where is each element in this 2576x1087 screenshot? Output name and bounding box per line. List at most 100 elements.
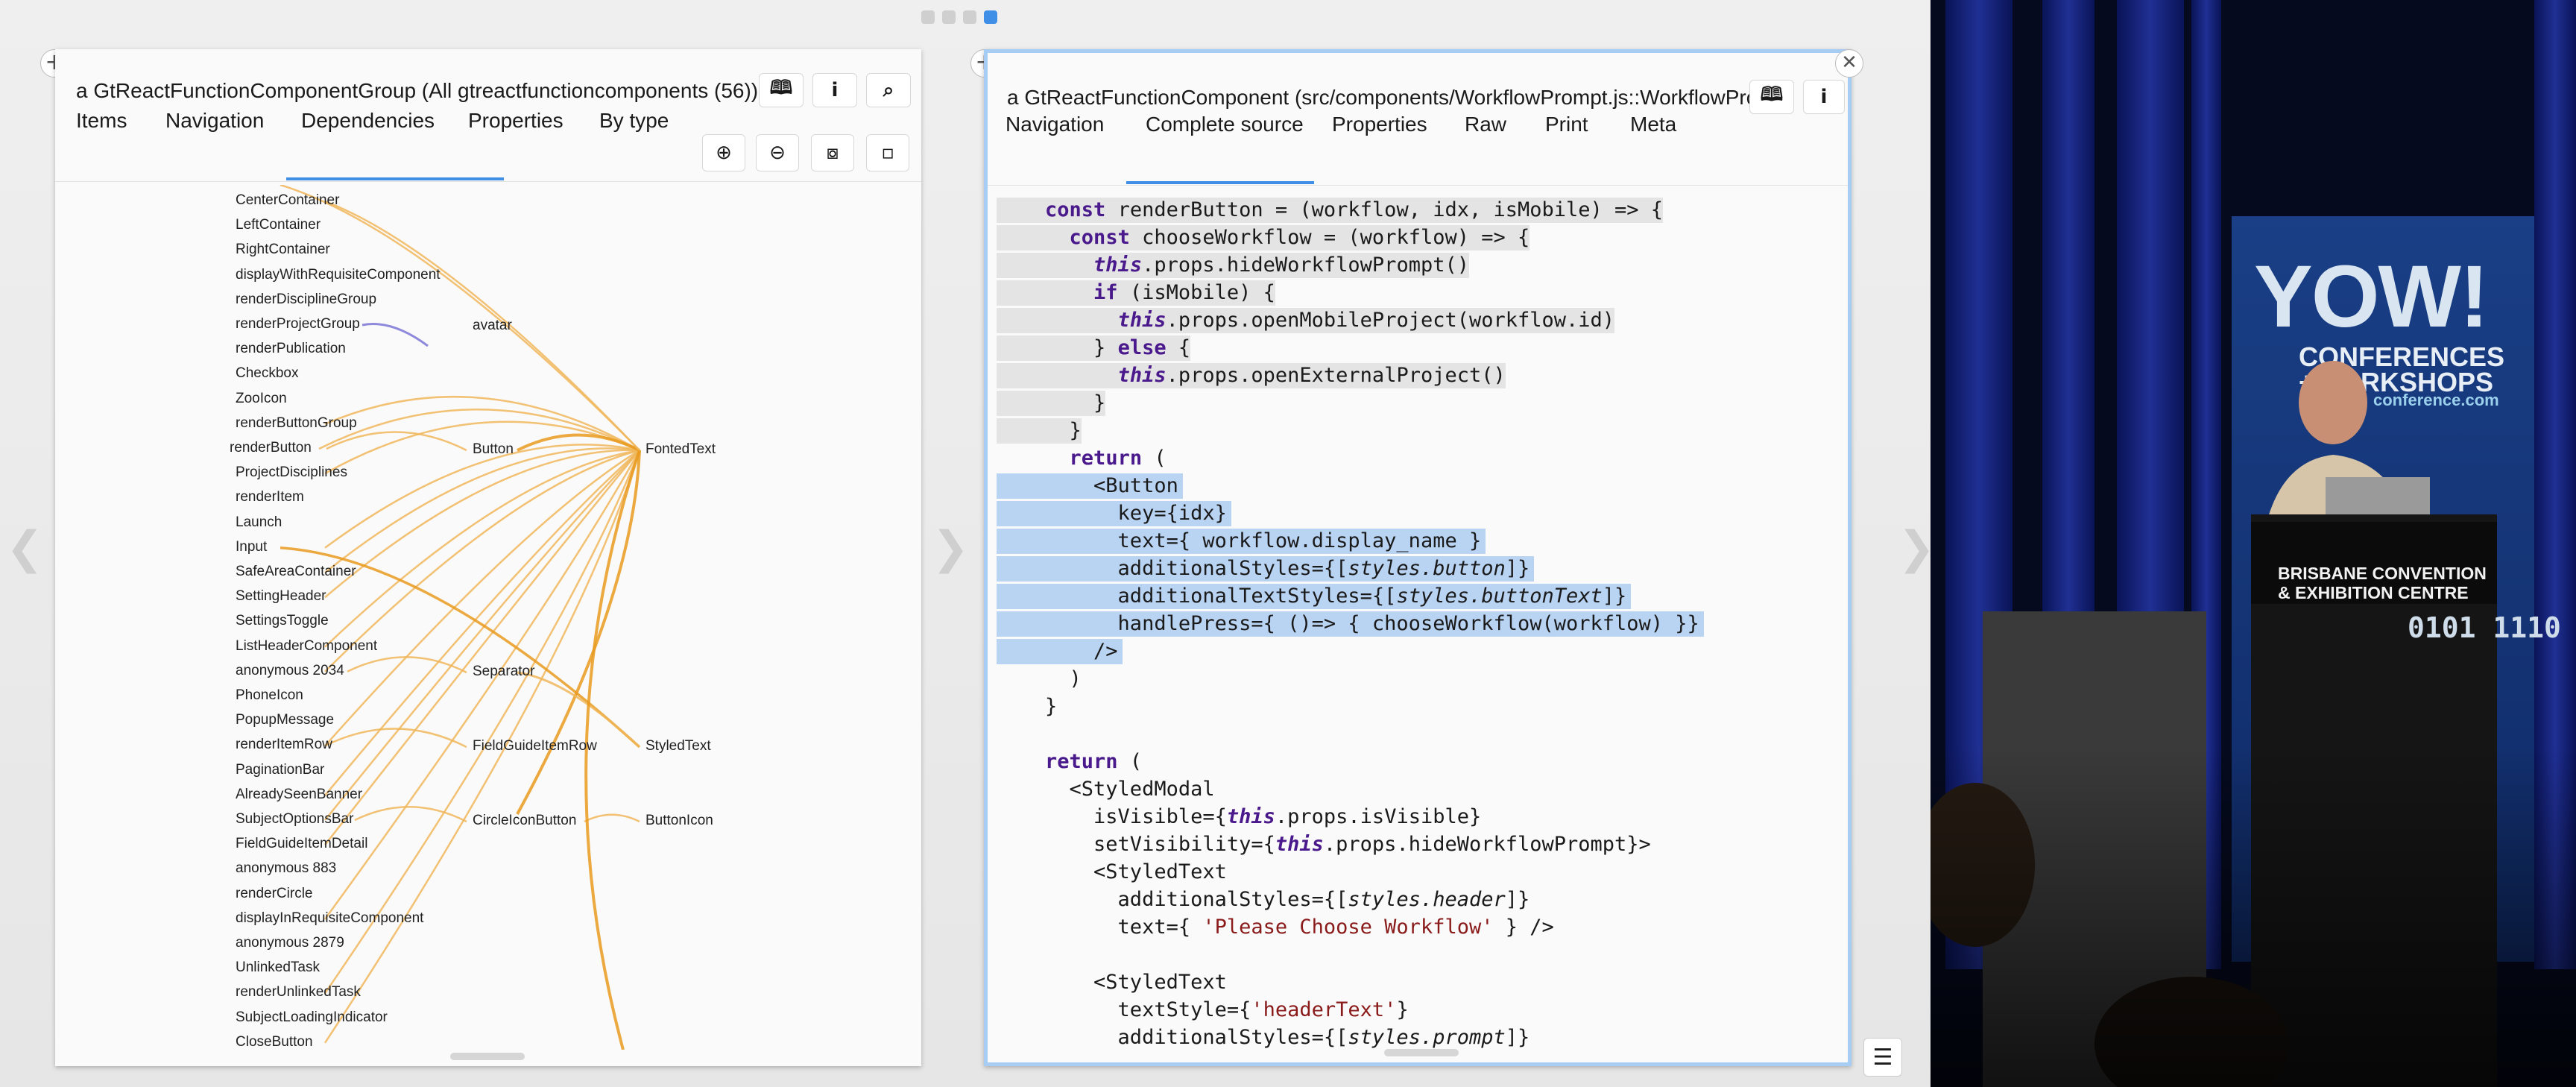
code-line[interactable]: ) (997, 667, 1082, 692)
code-line[interactable]: } else { (997, 335, 1191, 361)
graph-node[interactable]: AlreadySeenBanner (236, 787, 362, 803)
graph-node[interactable]: ButtonIcon (645, 813, 713, 829)
graph-node[interactable]: SafeAreaContainer (236, 564, 356, 580)
graph-node[interactable]: FontedText (645, 441, 716, 458)
code-line[interactable]: handlePress={ ()=> { chooseWorkflow(work… (997, 611, 1704, 637)
code-line[interactable]: this.props.hideWorkflowPrompt() (997, 253, 1469, 278)
page-dot[interactable] (942, 10, 956, 24)
graph-node[interactable]: SubjectOptionsBar (236, 811, 353, 828)
zoom-in-icon[interactable]: ⊕ (702, 134, 745, 171)
graph-node[interactable]: anonymous 2879 (236, 935, 344, 951)
tab-meta[interactable]: Meta (1630, 113, 1676, 136)
graph-node[interactable]: LeftContainer (236, 217, 321, 233)
graph-node[interactable]: renderDisciplineGroup (236, 292, 376, 308)
code-line[interactable]: this.props.openMobileProject(workflow.id… (997, 308, 1615, 333)
page-dot[interactable] (921, 10, 935, 24)
code-line[interactable]: textStyle={'headerText'} (997, 998, 1409, 1023)
code-line[interactable]: additionalStyles={[styles.prompt]} (997, 1025, 1530, 1050)
next-arrow-icon[interactable]: ❯ (1898, 522, 1935, 574)
previous-arrow-icon[interactable]: ❮ (6, 522, 43, 574)
graph-node[interactable]: renderItem (236, 489, 304, 505)
graph-node[interactable]: renderProjectGroup (236, 316, 360, 333)
code-line[interactable]: return ( (997, 749, 1142, 775)
graph-node[interactable]: anonymous 883 (236, 860, 336, 877)
graph-node[interactable]: CircleIconButton (473, 813, 576, 829)
tab-dependencies[interactable]: Dependencies (301, 109, 435, 133)
fit-icon[interactable]: ⧇ (811, 134, 854, 171)
info-icon[interactable]: i (1803, 80, 1845, 114)
code-line[interactable]: if (isMobile) { (997, 280, 1275, 306)
zoom-out-icon[interactable]: ⊖ (756, 134, 799, 171)
graph-node[interactable]: displayWithRequisiteComponent (236, 267, 441, 283)
graph-node[interactable]: PhoneIcon (236, 687, 303, 704)
code-line[interactable]: <StyledModal (997, 777, 1215, 802)
graph-node[interactable]: ZooIcon (236, 391, 287, 407)
code-line[interactable]: additionalTextStyles={[styles.buttonText… (997, 584, 1632, 609)
book-icon[interactable]: 🕮 (1749, 80, 1794, 114)
code-line[interactable]: return ( (997, 446, 1167, 471)
graph-node[interactable]: PopupMessage (236, 712, 334, 728)
source-code-editor[interactable]: const renderButton = (workflow, idx, isM… (988, 189, 1848, 1053)
code-line[interactable]: const renderButton = (workflow, idx, isM… (997, 198, 1664, 223)
horizontal-scroll-handle[interactable] (1384, 1049, 1459, 1056)
info-icon[interactable]: i (812, 73, 857, 107)
graph-node[interactable]: Launch (236, 514, 282, 531)
square-icon[interactable]: ▫ (866, 134, 909, 171)
code-line[interactable]: additionalStyles={[styles.button]} (997, 556, 1535, 582)
code-line[interactable]: key={idx} (997, 501, 1231, 526)
tab-items[interactable]: Items (76, 109, 127, 133)
code-line[interactable]: } (997, 418, 1082, 444)
code-line[interactable]: isVisible={this.props.isVisible} (997, 804, 1481, 830)
code-line[interactable]: /> (997, 639, 1123, 664)
code-line[interactable]: this.props.openExternalProject() (997, 363, 1506, 388)
graph-node[interactable]: StyledText (645, 738, 711, 754)
graph-node[interactable]: anonymous 2034 (236, 663, 344, 679)
book-icon[interactable]: 🕮 (759, 73, 804, 107)
menu-icon[interactable]: ☰ (1863, 1038, 1902, 1077)
tab-navigation[interactable]: Navigation (1006, 113, 1104, 136)
graph-node[interactable]: UnlinkedTask (236, 960, 320, 976)
graph-node[interactable]: Separator (473, 664, 534, 680)
code-line[interactable]: <Button (997, 473, 1183, 499)
tab-complete-source[interactable]: Complete source (1146, 113, 1304, 136)
graph-node[interactable]: renderItemRow (236, 737, 332, 753)
graph-node[interactable]: displayInRequisiteComponent (236, 910, 423, 927)
tab-properties[interactable]: Properties (468, 109, 564, 133)
dependency-graph[interactable]: CenterContainer LeftContainer RightContain… (55, 185, 921, 1050)
graph-node[interactable]: CloseButton (236, 1034, 313, 1050)
graph-node[interactable]: Button (473, 441, 514, 458)
graph-node[interactable]: renderUnlinkedTask (236, 984, 361, 1001)
graph-node[interactable]: SubjectLoadingIndicator (236, 1009, 388, 1026)
graph-node[interactable]: renderPublication (236, 341, 346, 357)
page-dot[interactable] (963, 10, 976, 24)
tab-properties[interactable]: Properties (1332, 113, 1427, 136)
graph-node[interactable]: CenterContainer (236, 192, 339, 209)
graph-node[interactable]: ListHeaderComponent (236, 638, 377, 655)
graph-node[interactable]: SettingHeader (236, 588, 326, 605)
code-line[interactable]: } (997, 391, 1106, 416)
close-icon[interactable]: ✕ (1835, 49, 1863, 78)
tab-print[interactable]: Print (1545, 113, 1588, 136)
code-line[interactable]: <StyledText (997, 970, 1227, 995)
tab-raw[interactable]: Raw (1465, 113, 1506, 136)
graph-node[interactable]: renderButtonGroup (236, 415, 357, 432)
graph-node[interactable]: Checkbox (236, 365, 299, 382)
graph-node[interactable]: FieldGuideItemRow (473, 738, 597, 754)
graph-node[interactable]: Input (236, 539, 267, 555)
graph-node[interactable]: PaginationBar (236, 762, 324, 778)
horizontal-scroll-handle[interactable] (450, 1053, 525, 1060)
graph-node[interactable]: ProjectDisciplines (236, 464, 347, 481)
code-line[interactable]: text={ 'Please Choose Workflow' } /> (997, 915, 1554, 940)
search-icon[interactable]: ⌕ (866, 73, 911, 107)
previous-pane-arrow-icon[interactable]: ❯ (932, 522, 969, 574)
graph-node[interactable]: RightContainer (236, 242, 330, 258)
graph-node[interactable]: renderCircle (236, 886, 312, 902)
code-line[interactable]: const chooseWorkflow = (workflow) => { (997, 225, 1530, 251)
tab-navigation[interactable]: Navigation (165, 109, 264, 133)
graph-node[interactable]: avatar (473, 318, 512, 334)
code-line[interactable]: text={ workflow.display_name } (997, 529, 1486, 554)
graph-node[interactable]: renderButton (230, 440, 312, 456)
tab-by-type[interactable]: By type (599, 109, 669, 133)
code-line[interactable]: } (997, 694, 1057, 719)
code-line[interactable]: setVisibility={this.props.hideWorkflowPr… (997, 832, 1651, 857)
